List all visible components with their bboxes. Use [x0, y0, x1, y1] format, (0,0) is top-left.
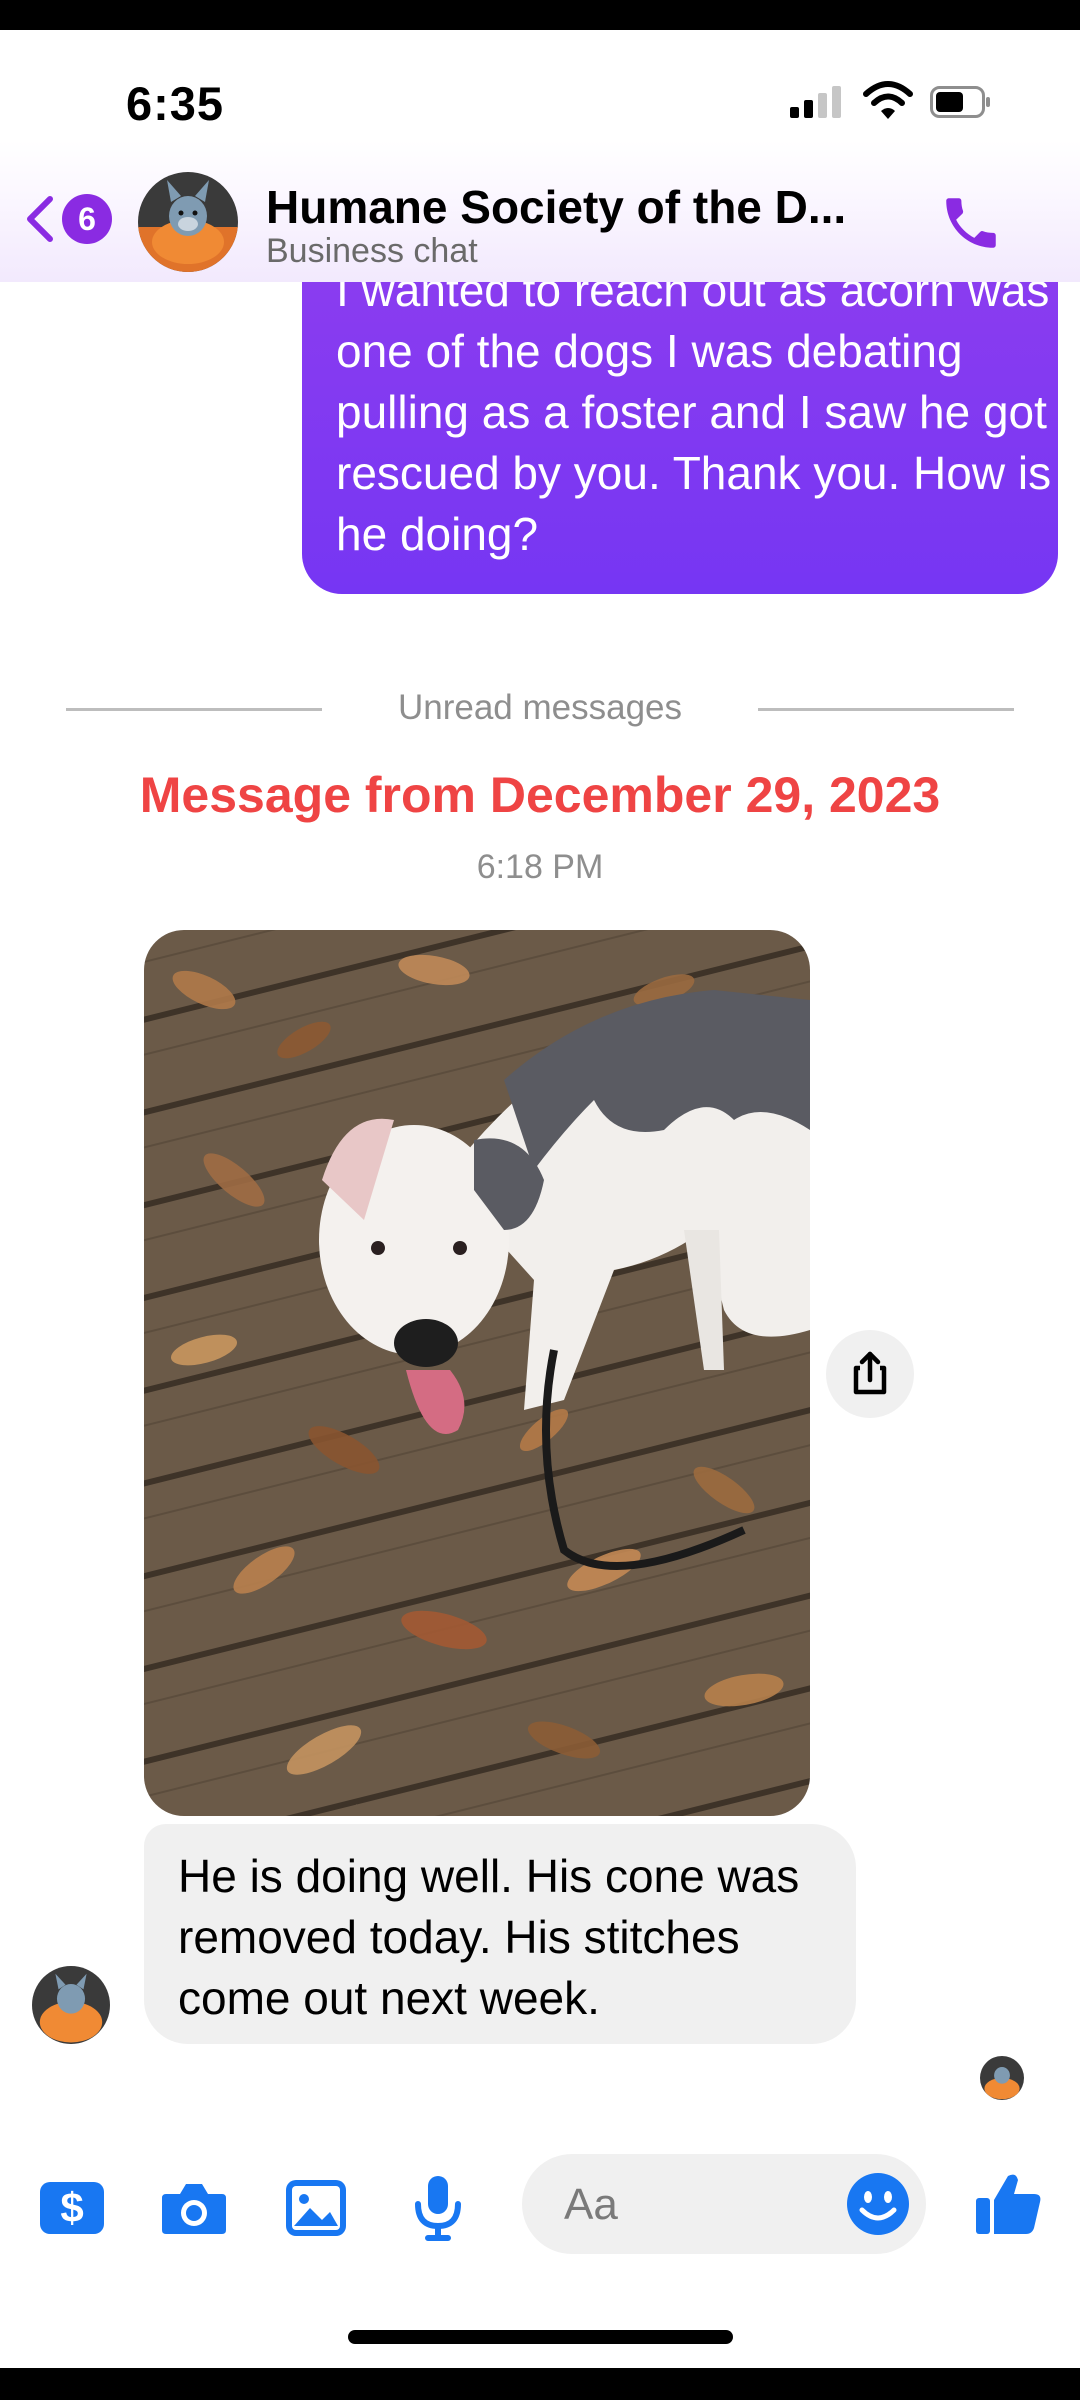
smiley-icon[interactable] — [844, 2170, 912, 2238]
svg-text:$: $ — [60, 2184, 83, 2231]
message-time: 6:18 PM — [476, 848, 604, 886]
chat-title[interactable]: Humane Society of the D... — [266, 180, 846, 234]
unread-messages-label: Unread messages — [397, 688, 683, 727]
incoming-message-bubble[interactable]: He is doing well. His cone was removed t… — [144, 1824, 856, 2044]
back-button[interactable]: 6 — [22, 190, 117, 250]
chat-header: 6 Humane Society of the D... Business ch… — [0, 140, 1080, 282]
microphone-icon[interactable] — [402, 2172, 474, 2244]
status-time: 6:35 — [126, 77, 225, 130]
thumbs-up-icon[interactable] — [972, 2166, 1046, 2240]
sender-avatar[interactable] — [32, 1966, 110, 2044]
chevron-left-icon — [27, 196, 53, 242]
message-date-header: Message from December 29, 2023 — [139, 767, 941, 823]
chat-subtitle: Business chat — [266, 232, 478, 270]
bottom-edge — [0, 2368, 1080, 2400]
message-input[interactable] — [562, 2174, 826, 2236]
share-icon — [853, 1351, 887, 1395]
outgoing-message-text: I wanted to reach out as acorn was one o… — [336, 282, 1052, 560]
dollar-icon[interactable]: $ — [36, 2172, 108, 2244]
message-composer: $ — [0, 2140, 1080, 2270]
home-indicator[interactable] — [348, 2330, 733, 2344]
battery-icon — [930, 86, 990, 118]
message-input-container[interactable] — [522, 2154, 926, 2254]
signal-icon — [790, 86, 842, 118]
phone-icon[interactable] — [938, 190, 1004, 256]
image-icon[interactable] — [280, 2172, 352, 2244]
share-button[interactable] — [826, 1330, 914, 1418]
camera-icon[interactable] — [158, 2172, 230, 2244]
unread-count-badge: 6 — [62, 194, 112, 244]
read-receipt-avatar — [980, 2056, 1024, 2100]
top-edge — [0, 0, 1080, 30]
dog-photo[interactable] — [144, 930, 810, 1816]
outgoing-message-bubble[interactable]: I wanted to reach out as acorn was one o… — [302, 282, 1058, 594]
incoming-message-text: He is doing well. His cone was removed t… — [178, 1850, 800, 2024]
wifi-icon — [863, 81, 913, 119]
status-bar: 6:35 — [0, 30, 1080, 140]
contact-avatar[interactable] — [138, 172, 238, 272]
